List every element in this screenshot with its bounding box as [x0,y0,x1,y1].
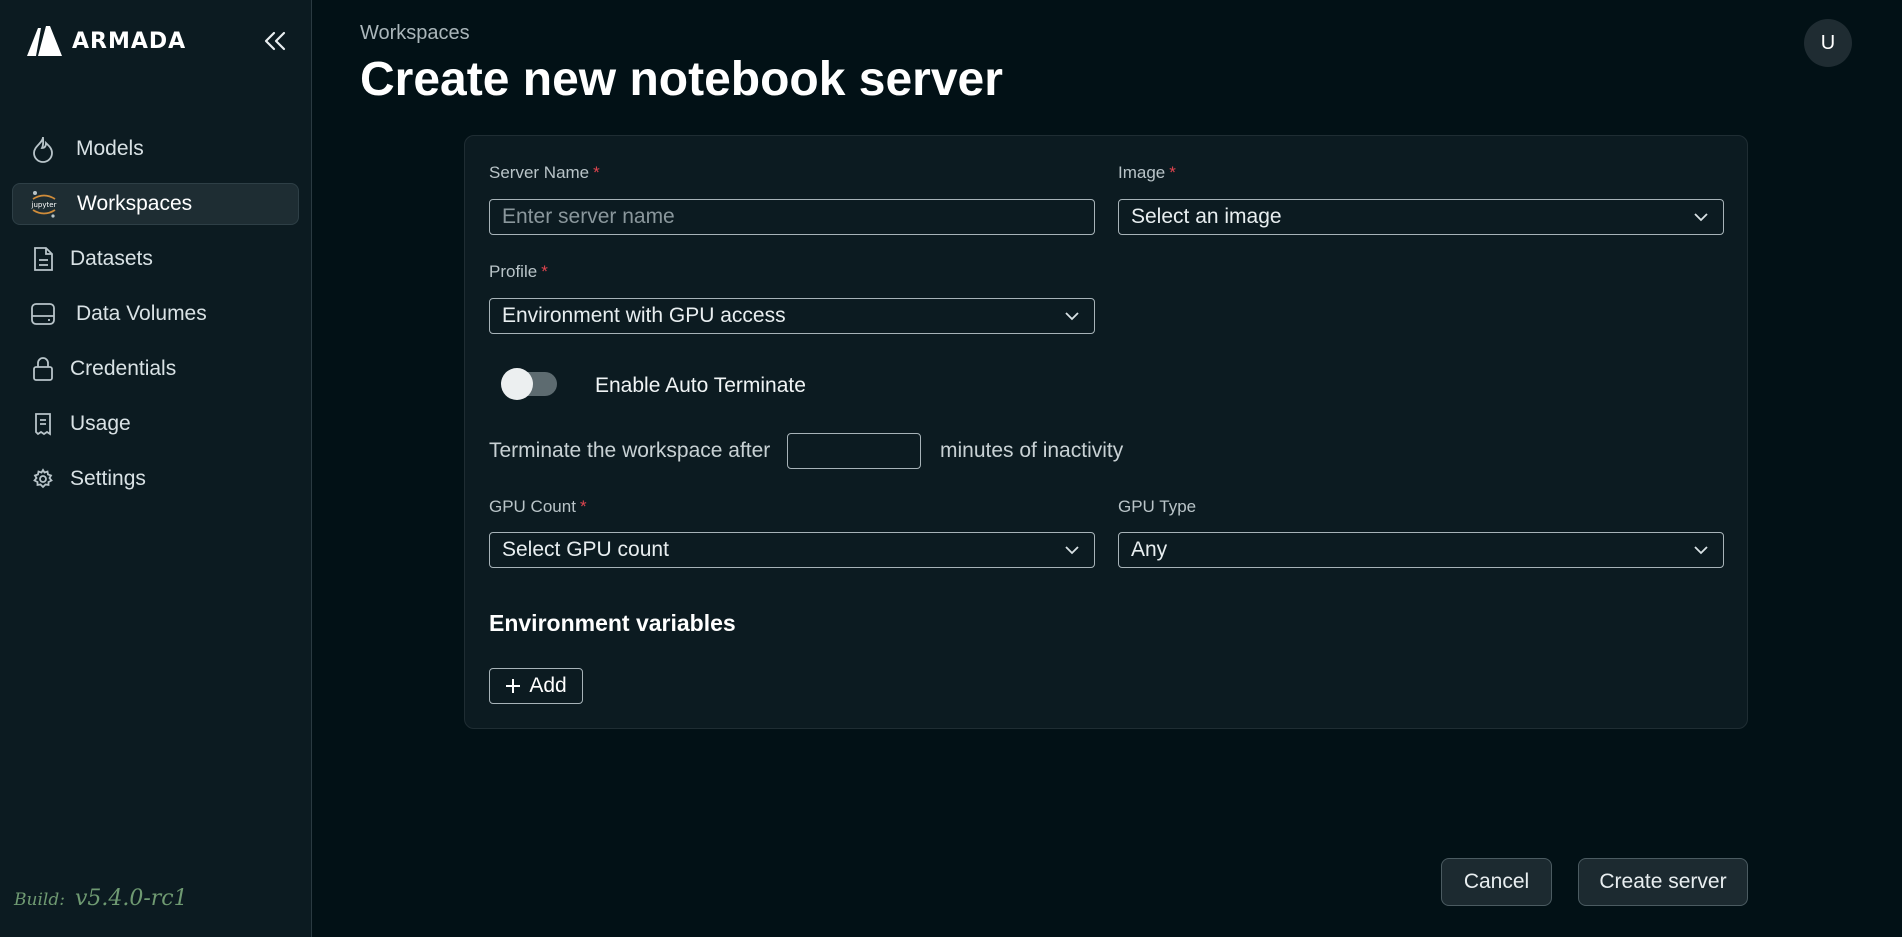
profile-label: Profile * [489,262,548,281]
environment-variables-heading: Environment variables [489,610,736,636]
sidebar-item-usage[interactable]: Usage [12,403,299,445]
lock-icon [28,354,58,384]
create-server-button[interactable]: Create server [1578,858,1748,906]
page-title: Create new notebook server [360,53,1003,106]
gpu-count-select[interactable]: Select GPU count [489,532,1095,568]
required-marker: * [1169,163,1176,182]
sidebar-item-label: Settings [70,467,146,490]
chevron-down-icon [1065,312,1079,321]
sidebar-item-label: Workspaces [77,192,193,215]
gpu-count-label: GPU Count * [489,497,587,516]
profile-select[interactable]: Environment with GPU access [489,298,1095,334]
server-name-label: Server Name * [489,163,600,182]
sidebar-item-data-volumes[interactable]: Data Volumes [12,293,299,335]
gpu-count-select-value: Select GPU count [502,538,669,561]
sidebar-item-datasets[interactable]: Datasets [12,238,299,280]
armada-logo-icon [27,26,62,56]
avatar[interactable]: U [1804,19,1852,67]
build-info: Build: v5.4.0-rc1 [14,886,188,911]
server-name-placeholder: Enter server name [502,205,675,228]
terminate-prefix-text: Terminate the workspace after [489,439,771,462]
gear-icon [28,464,58,494]
sidebar-nav: Models jupyter Workspaces Datasets Data … [12,128,299,513]
terminate-minutes-input[interactable] [787,433,921,469]
document-icon [28,244,58,274]
brand-name: ARMADA [72,28,187,54]
flame-icon [28,134,58,164]
required-marker: * [579,497,587,516]
double-chevron-left-icon [264,31,286,51]
gpu-type-label: GPU Type [1118,497,1197,516]
image-select[interactable]: Select an image [1118,199,1724,235]
cancel-button[interactable]: Cancel [1441,858,1552,906]
build-version: v5.4.0-rc1 [74,886,188,911]
sidebar-item-models[interactable]: Models [12,128,299,170]
svg-text:jupyter: jupyter [31,201,57,209]
chevron-down-icon [1065,546,1079,555]
profile-select-value: Environment with GPU access [502,304,786,327]
jupyter-icon: jupyter [29,189,59,219]
gpu-type-select-value: Any [1131,538,1168,561]
server-name-input[interactable]: Enter server name [489,199,1095,235]
sidebar: ARMADA Models jupyter Workspaces Dataset… [0,0,312,937]
plus-icon [506,679,521,693]
add-env-variable-button[interactable]: Add [489,668,583,704]
sidebar-item-workspaces[interactable]: jupyter Workspaces [12,183,299,225]
sidebar-item-label: Datasets [70,247,153,270]
toggle-knob [501,368,533,400]
auto-terminate-toggle[interactable] [501,368,557,400]
build-label: Build: [14,890,65,910]
image-label: Image * [1118,163,1176,182]
armada-logo[interactable]: ARMADA [24,24,186,58]
image-select-value: Select an image [1131,205,1282,228]
required-marker: * [593,163,600,182]
receipt-icon [28,409,58,439]
terminate-suffix-text: minutes of inactivity [940,439,1124,462]
sidebar-item-label: Usage [70,412,131,435]
gpu-type-select[interactable]: Any [1118,532,1724,568]
sidebar-item-label: Data Volumes [76,302,207,325]
sidebar-item-label: Credentials [70,357,177,380]
collapse-sidebar-button[interactable] [260,26,290,56]
chevron-down-icon [1694,213,1708,222]
auto-terminate-label: Enable Auto Terminate [595,374,806,397]
sidebar-item-settings[interactable]: Settings [12,458,299,500]
chevron-down-icon [1694,546,1708,555]
add-button-label: Add [529,674,567,697]
sidebar-item-label: Models [76,137,144,160]
sidebar-item-credentials[interactable]: Credentials [12,348,299,390]
breadcrumb[interactable]: Workspaces [360,22,470,45]
create-server-form: Server Name * Enter server name Image * Se… [464,135,1748,729]
required-marker: * [541,262,548,281]
hard-drive-icon [28,299,58,329]
